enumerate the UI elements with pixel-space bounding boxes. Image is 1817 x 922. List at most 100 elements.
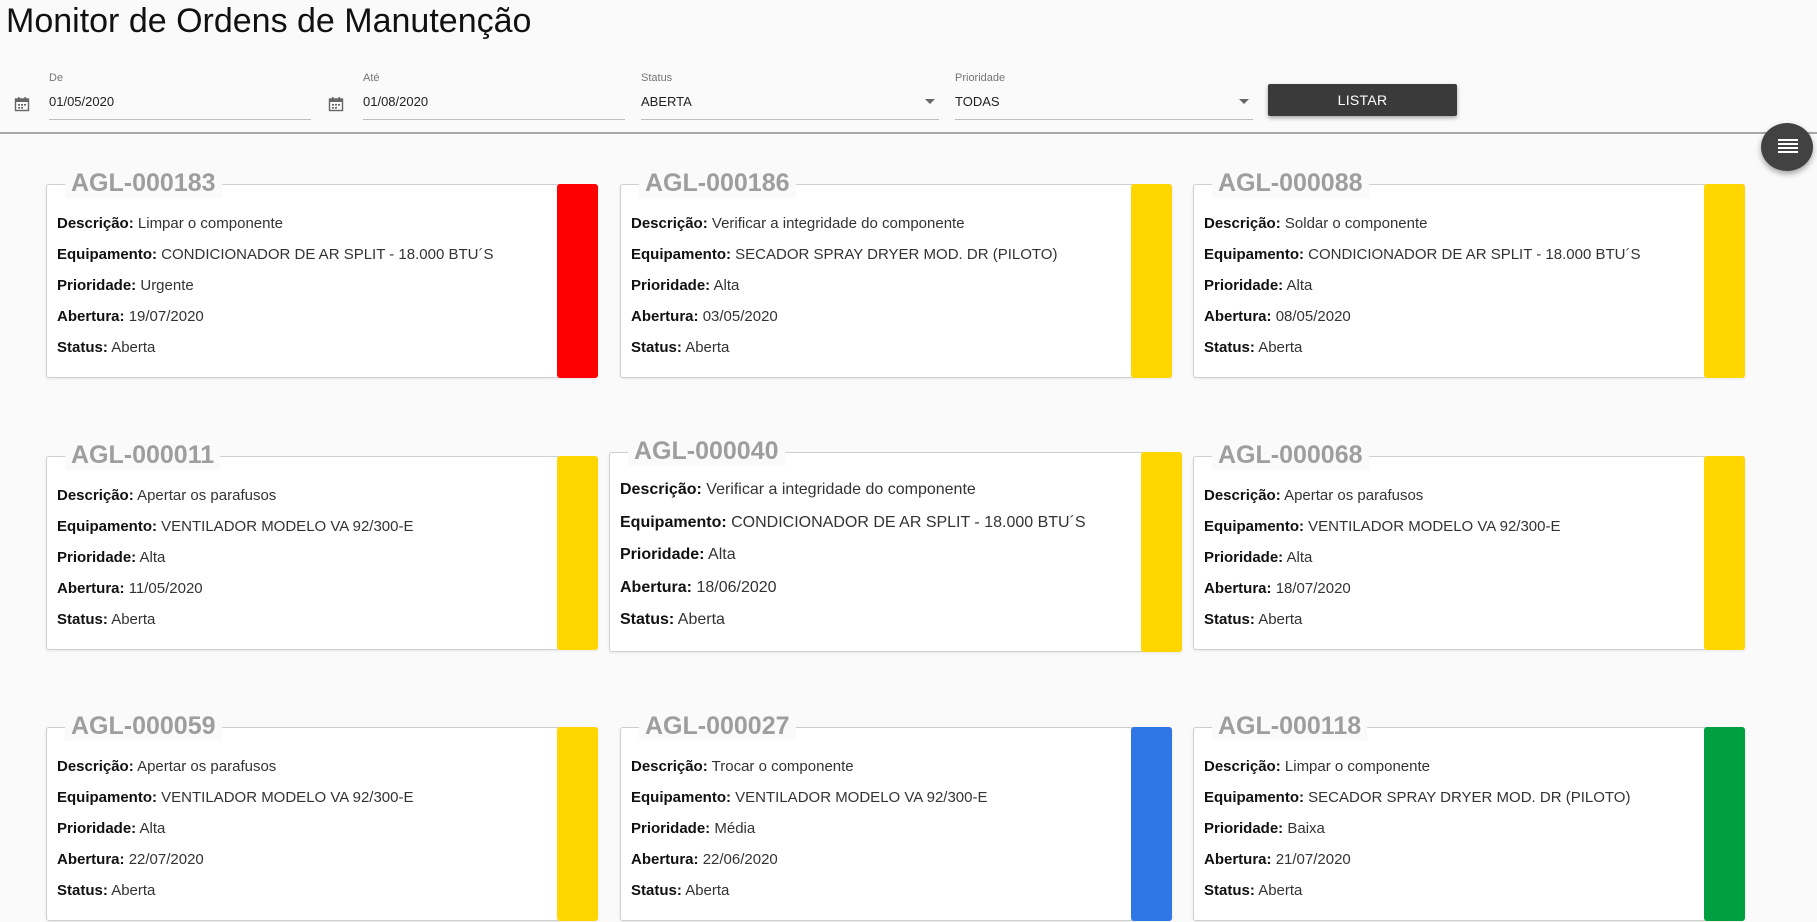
order-prioridade-row: Prioridade: Urgente [57, 277, 493, 308]
priority-select[interactable]: Prioridade TODAS [955, 68, 1253, 120]
status-select[interactable]: Status ABERTA [641, 68, 939, 120]
order-equipamento-value: VENTILADOR MODELO VA 92/300-E [161, 789, 414, 806]
order-descricao-label: Descrição: [631, 758, 708, 775]
order-abertura-label: Abertura: [631, 308, 699, 325]
order-prioridade-label: Prioridade: [620, 546, 705, 563]
order-abertura-value: 21/07/2020 [1275, 851, 1351, 868]
order-abertura-row: Abertura: 03/05/2020 [631, 308, 1057, 339]
order-id: AGL-000059 [65, 712, 222, 741]
list-button[interactable]: LISTAR [1268, 84, 1457, 116]
order-descricao-value: Apertar os parafusos [1284, 487, 1424, 504]
date-to-field[interactable]: Até 01/08/2020 [363, 68, 625, 120]
calendar-icon[interactable] [14, 96, 30, 112]
order-status-value: Aberta [1258, 882, 1303, 899]
order-descricao-value: Soldar o componente [1284, 215, 1428, 232]
order-status-label: Status: [57, 882, 108, 899]
order-prioridade-value: Alta [708, 546, 736, 563]
order-equipamento-label: Equipamento: [1204, 789, 1304, 806]
order-descricao-label: Descrição: [57, 758, 134, 775]
order-prioridade-value: Alta [713, 277, 740, 294]
order-descricao-label: Descrição: [1204, 487, 1281, 504]
order-prioridade-label: Prioridade: [1204, 277, 1284, 294]
order-status-row: Status: Aberta [1204, 611, 1560, 642]
order-abertura-label: Abertura: [57, 580, 125, 597]
order-descricao-value: Limpar o componente [1284, 758, 1430, 775]
order-abertura-row: Abertura: 22/07/2020 [57, 851, 413, 882]
order-descricao-value: Limpar o componente [137, 215, 283, 232]
order-status-row: Status: Aberta [57, 882, 413, 913]
calendar-icon[interactable] [328, 96, 344, 112]
order-descricao-label: Descrição: [631, 215, 708, 232]
order-status-value: Aberta [111, 339, 156, 356]
priority-color-strip [1704, 456, 1745, 650]
order-card[interactable]: AGL-000040 Descrição: Verificar a integri… [609, 437, 1182, 652]
order-abertura-row: Abertura: 19/07/2020 [57, 308, 493, 339]
order-status-label: Status: [631, 882, 682, 899]
priority-value[interactable]: TODAS [955, 94, 1000, 109]
order-descricao-value: Verificar a integridade do componente [711, 215, 965, 232]
order-prioridade-label: Prioridade: [57, 277, 137, 294]
order-card[interactable]: AGL-000088 Descrição: Soldar o componente… [1193, 169, 1745, 378]
order-status-label: Status: [631, 339, 682, 356]
order-card[interactable]: AGL-000118 Descrição: Limpar o componente… [1193, 712, 1745, 921]
order-status-value: Aberta [111, 611, 156, 628]
chevron-down-icon[interactable] [925, 99, 935, 104]
order-abertura-value: 08/05/2020 [1275, 308, 1351, 325]
priority-color-strip [1131, 184, 1172, 378]
order-descricao-row: Descrição: Trocar o componente [631, 758, 987, 789]
order-prioridade-value: Alta [1286, 277, 1313, 294]
order-prioridade-row: Prioridade: Baixa [1204, 820, 1630, 851]
order-card[interactable]: AGL-000068 Descrição: Apertar os parafuso… [1193, 441, 1745, 650]
order-card[interactable]: AGL-000011 Descrição: Apertar os parafuso… [46, 441, 598, 650]
order-abertura-value: 22/06/2020 [702, 851, 778, 868]
priority-color-strip [1131, 727, 1172, 921]
order-equipamento-value: VENTILADOR MODELO VA 92/300-E [735, 789, 988, 806]
order-descricao-value: Verificar a integridade do componente [706, 481, 976, 498]
status-value[interactable]: ABERTA [641, 94, 692, 109]
order-status-row: Status: Aberta [1204, 882, 1630, 913]
page-title: Monitor de Ordens de Manutenção [6, 2, 532, 40]
order-abertura-value: 03/05/2020 [702, 308, 778, 325]
date-from-label: De [49, 72, 64, 84]
order-equipamento-label: Equipamento: [57, 789, 157, 806]
order-abertura-value: 18/07/2020 [1275, 580, 1351, 597]
order-descricao-value: Trocar o componente [711, 758, 854, 775]
order-equipamento-row: Equipamento: CONDICIONADOR DE AR SPLIT -… [57, 246, 493, 277]
date-to-input[interactable]: 01/08/2020 [363, 94, 428, 109]
priority-label: Prioridade [955, 72, 1006, 84]
order-prioridade-value: Urgente [140, 277, 194, 294]
order-abertura-row: Abertura: 18/07/2020 [1204, 580, 1560, 611]
order-card[interactable]: AGL-000059 Descrição: Apertar os parafuso… [46, 712, 598, 921]
order-abertura-label: Abertura: [631, 851, 699, 868]
priority-underline [955, 119, 1253, 120]
order-descricao-row: Descrição: Apertar os parafusos [57, 487, 413, 518]
order-prioridade-row: Prioridade: Média [631, 820, 987, 851]
order-status-row: Status: Aberta [1204, 339, 1640, 370]
order-descricao-label: Descrição: [57, 215, 134, 232]
order-prioridade-row: Prioridade: Alta [1204, 277, 1640, 308]
order-equipamento-value: CONDICIONADOR DE AR SPLIT - 18.000 BTU´S [1308, 246, 1641, 263]
order-card[interactable]: AGL-000027 Descrição: Trocar o componente… [620, 712, 1172, 921]
status-label: Status [641, 72, 673, 84]
order-equipamento-label: Equipamento: [1204, 518, 1304, 535]
order-id: AGL-000088 [1212, 169, 1369, 198]
order-status-value: Aberta [1258, 611, 1303, 628]
order-prioridade-row: Prioridade: Alta [1204, 549, 1560, 580]
order-card[interactable]: AGL-000183 Descrição: Limpar o componente… [46, 169, 598, 378]
order-equipamento-row: Equipamento: VENTILADOR MODELO VA 92/300… [57, 789, 413, 820]
order-descricao-label: Descrição: [57, 487, 134, 504]
date-from-field[interactable]: De 01/05/2020 [49, 68, 311, 120]
date-from-input[interactable]: 01/05/2020 [49, 94, 114, 109]
order-card[interactable]: AGL-000186 Descrição: Verificar a integri… [620, 169, 1172, 378]
order-prioridade-label: Prioridade: [631, 820, 711, 837]
order-prioridade-row: Prioridade: Alta [57, 820, 413, 851]
order-equipamento-value: VENTILADOR MODELO VA 92/300-E [161, 518, 414, 535]
order-abertura-value: 19/07/2020 [128, 308, 204, 325]
filter-bar: De 01/05/2020 Até 01/08/2020 Status ABER… [0, 68, 1817, 134]
priority-color-strip [1141, 452, 1182, 652]
priority-color-strip [557, 456, 598, 650]
order-status-row: Status: Aberta [631, 339, 1057, 370]
chevron-down-icon[interactable] [1239, 99, 1249, 104]
order-equipamento-label: Equipamento: [631, 246, 731, 263]
menu-fab-button[interactable] [1761, 123, 1813, 171]
